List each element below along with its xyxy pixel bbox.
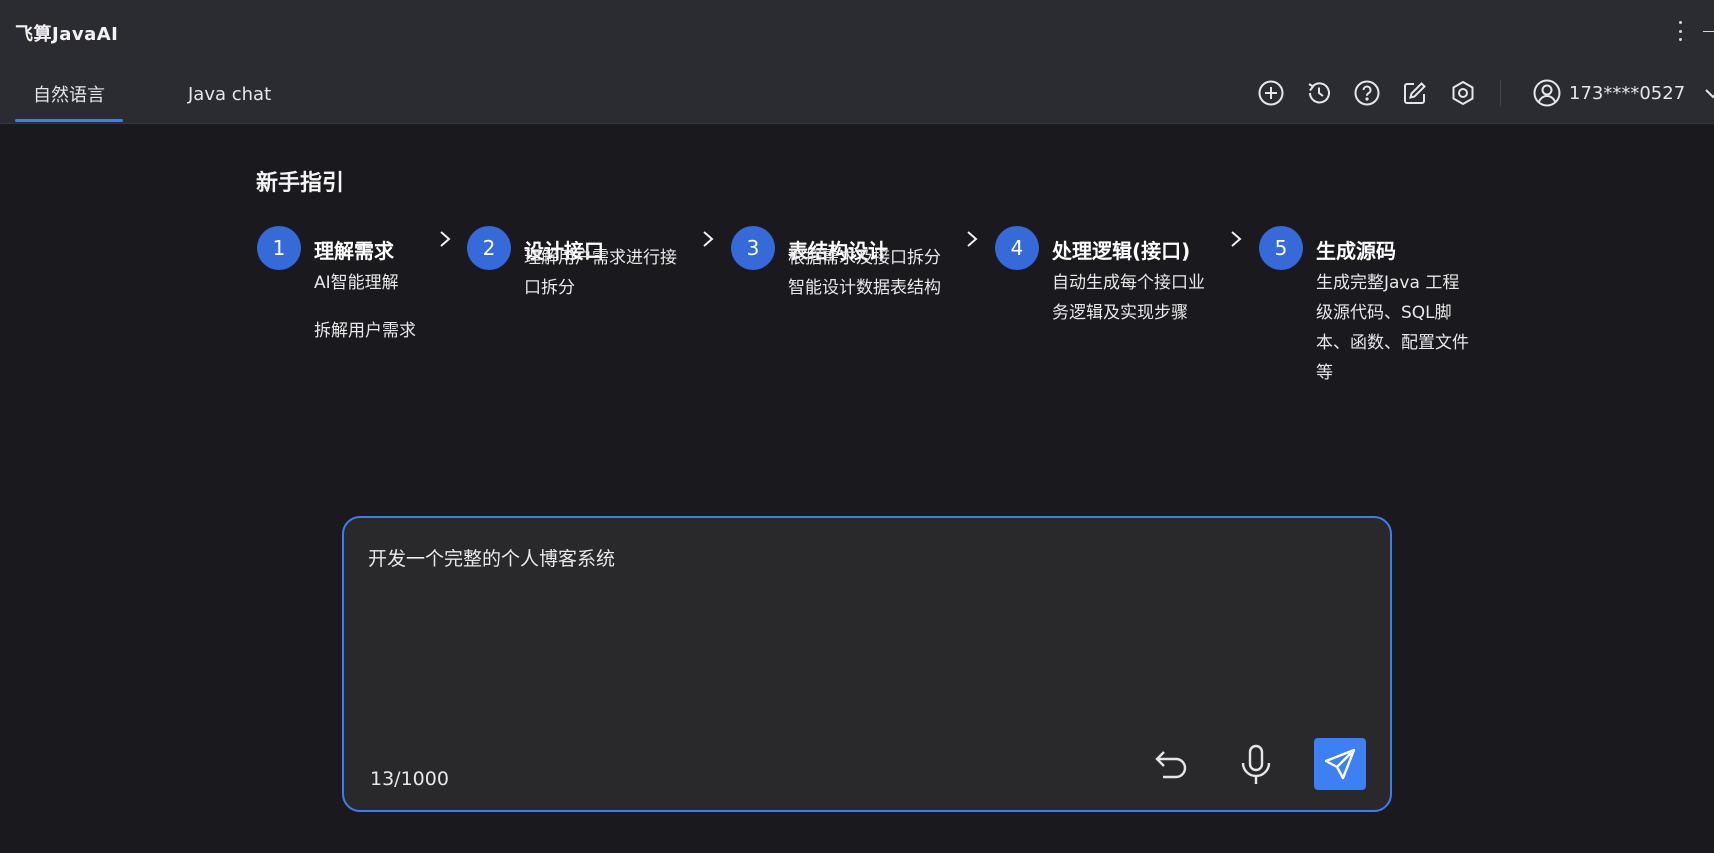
step-desc: AI智能理解	[314, 273, 399, 293]
send-icon	[1324, 748, 1356, 780]
guide-title: 新手指引	[256, 171, 345, 196]
tab-java-chat[interactable]: Java chat	[188, 64, 271, 124]
new-chat-icon[interactable]	[1256, 78, 1286, 108]
voice-input-button[interactable]	[1234, 741, 1278, 789]
more-menu-icon[interactable]	[1672, 17, 1688, 45]
microphone-icon	[1241, 744, 1271, 784]
step-desc: 理解用户需求进行接	[524, 248, 677, 268]
step-desc: 拆解用户需求	[314, 321, 416, 341]
user-menu[interactable]: 173****0527	[1532, 76, 1714, 110]
app-title: 飞算JavaAI	[15, 24, 119, 45]
undo-icon	[1155, 751, 1187, 779]
step-desc: 智能设计数据表结构	[788, 278, 941, 298]
step-desc: 口拆分	[524, 278, 575, 298]
user-icon	[1533, 79, 1561, 107]
step-desc: 自动生成每个接口业	[1052, 273, 1205, 293]
chevron-right-icon	[700, 228, 716, 250]
step-desc: 根据需求及接口拆分	[788, 248, 941, 268]
help-icon[interactable]	[1352, 78, 1382, 108]
step-desc: 务逻辑及实现步骤	[1052, 303, 1188, 323]
step-number: 1	[257, 226, 301, 270]
step-desc: 级源代码、SQL脚	[1316, 303, 1452, 323]
title-bar: 飞算JavaAI	[0, 0, 1714, 64]
history-icon[interactable]	[1304, 78, 1334, 108]
step-desc: 等	[1316, 363, 1333, 383]
step-desc: 本、函数、配置文件	[1316, 333, 1469, 353]
step-number: 5	[1259, 226, 1303, 270]
undo-button[interactable]	[1150, 743, 1194, 787]
chevron-right-icon	[964, 228, 980, 250]
step-title: 处理逻辑(接口)	[1052, 239, 1191, 263]
send-button[interactable]	[1314, 738, 1366, 790]
chevron-down-icon	[1705, 89, 1714, 99]
step-number: 2	[467, 226, 511, 270]
settings-icon[interactable]	[1448, 78, 1478, 108]
toolbar-divider	[1500, 80, 1501, 106]
edit-icon[interactable]	[1400, 78, 1430, 108]
step-number: 3	[731, 226, 775, 270]
step-title: 生成源码	[1316, 239, 1396, 263]
step-desc: 生成完整Java 工程	[1316, 273, 1460, 293]
char-counter: 13/1000	[370, 768, 449, 790]
minimize-icon[interactable]	[1703, 31, 1714, 32]
prompt-input[interactable]: 开发一个完整的个人博客系统	[368, 544, 615, 571]
chevron-right-icon	[1228, 228, 1244, 250]
step-title: 理解需求	[314, 239, 394, 263]
tab-natural-language[interactable]: 自然语言	[15, 64, 123, 124]
user-phone: 173****0527	[1569, 82, 1686, 104]
prompt-composer[interactable]: 开发一个完整的个人博客系统 13/1000	[342, 516, 1392, 812]
step-number: 4	[995, 226, 1039, 270]
chevron-right-icon	[437, 228, 453, 250]
